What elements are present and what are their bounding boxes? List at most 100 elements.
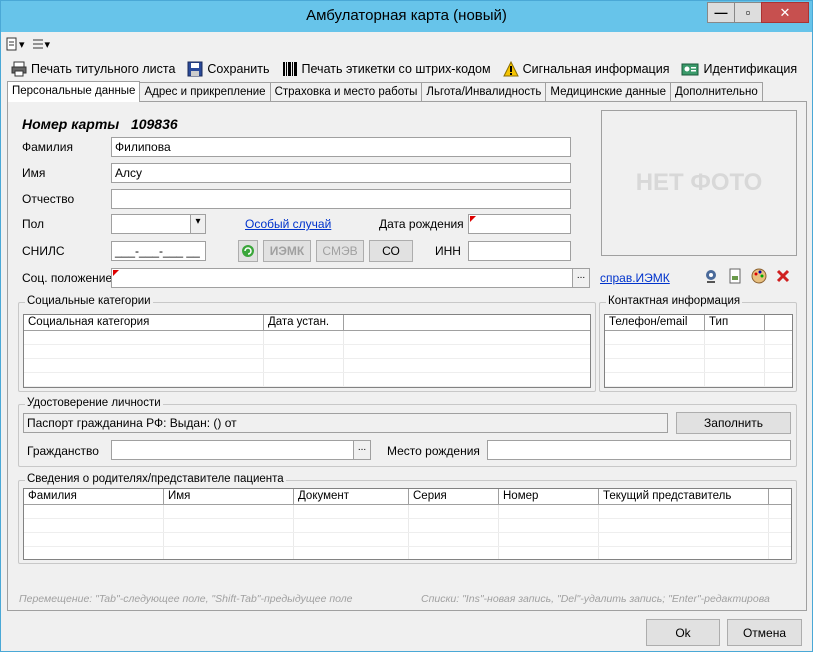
palette-icon[interactable] [751, 268, 767, 284]
tab-additional[interactable]: Дополнительно [669, 82, 763, 101]
parents-grid[interactable]: Фамилия Имя Документ Серия Номер Текущий… [23, 488, 792, 560]
column-header[interactable]: Фамилия [24, 489, 164, 504]
column-header[interactable]: Телефон/email [605, 315, 705, 330]
identification-button[interactable]: Идентификация [675, 58, 803, 80]
print-title-label: Печать титульного листа [31, 62, 176, 76]
snils-label: СНИЛС [22, 244, 65, 258]
dialog-buttons: Ok Отмена [1, 613, 812, 651]
tab-medical[interactable]: Медицинские данные [545, 82, 671, 101]
column-header[interactable]: Документ [294, 489, 409, 504]
table-row[interactable] [24, 359, 590, 373]
ellipsis-button[interactable]: ... [572, 269, 589, 287]
tab-address[interactable]: Адрес и прикрепление [139, 82, 271, 101]
window-title: Амбулаторная карта (новый) [306, 7, 507, 24]
iemk-reference-link[interactable]: справ.ИЭМК [600, 271, 670, 285]
tab-personal[interactable]: Персональные данные [7, 81, 141, 102]
table-row[interactable] [24, 373, 590, 387]
column-header[interactable]: Дата устан. [264, 315, 344, 330]
table-row[interactable] [605, 345, 792, 359]
inn-field[interactable] [468, 241, 571, 261]
surname-label: Фамилия [22, 140, 73, 154]
passport-field[interactable]: Паспорт гражданина РФ: Выдан: () от [23, 413, 668, 433]
name-field[interactable]: Алсу [111, 163, 571, 183]
contacts-title: Контактная информация [606, 295, 743, 307]
column-header-filler [769, 489, 791, 504]
co-button[interactable]: СО [369, 240, 413, 262]
tab-strip: Персональные данные Адрес и прикрепление… [7, 81, 763, 102]
birthplace-field[interactable] [487, 440, 791, 460]
photo-placeholder: НЕТ ФОТО [601, 110, 797, 256]
column-header[interactable]: Имя [164, 489, 294, 504]
id-card-icon [681, 63, 699, 76]
warning-icon [502, 61, 519, 77]
webcam-icon[interactable] [703, 268, 719, 284]
document-menu-icon[interactable]: ▾ [5, 37, 25, 51]
citizenship-field[interactable]: ... [111, 440, 371, 460]
parents-title: Сведения о родителях/представителе пацие… [25, 473, 286, 485]
patronymic-label: Отчество [22, 192, 75, 206]
sex-select[interactable]: ▾ [111, 214, 206, 234]
column-header[interactable]: Социальная категория [24, 315, 264, 330]
social-categories-title: Социальные категории [25, 295, 153, 307]
column-header[interactable]: Серия [409, 489, 499, 504]
print-barcode-button[interactable]: Печать этикетки со штрих-кодом [276, 58, 497, 80]
required-marker-icon [113, 270, 119, 276]
column-header[interactable]: Текущий представитель [599, 489, 769, 504]
maximize-button[interactable]: ▫ [734, 2, 762, 23]
grid-header: Фамилия Имя Документ Серия Номер Текущий… [24, 489, 791, 505]
iemk-button[interactable]: ИЭМК [263, 240, 311, 262]
table-row[interactable] [605, 359, 792, 373]
signal-info-button[interactable]: Сигнальная информация [497, 58, 676, 80]
social-categories-grid[interactable]: Социальная категория Дата устан. [23, 314, 591, 388]
snils-field[interactable]: ___-___-___ __ [111, 241, 206, 261]
delete-icon[interactable] [775, 268, 791, 284]
table-row[interactable] [24, 505, 791, 519]
personal-panel: Номер карты 109836 Фамилия Филипова Имя … [7, 101, 807, 611]
column-header[interactable]: Номер [499, 489, 599, 504]
table-row[interactable] [24, 519, 791, 533]
column-header[interactable]: Тип [705, 315, 765, 330]
smev-button[interactable]: СМЭВ [316, 240, 364, 262]
sex-label: Пол [22, 217, 45, 231]
chevron-down-icon[interactable]: ▾ [190, 215, 205, 233]
fill-button[interactable]: Заполнить [676, 412, 791, 434]
social-field[interactable]: ... [111, 268, 590, 288]
card-number: 109836 [130, 116, 178, 132]
birthdate-field[interactable] [468, 214, 571, 234]
column-header-filler [344, 315, 590, 330]
refresh-button[interactable] [238, 240, 258, 262]
tab-benefits[interactable]: Льгота/Инвалидность [421, 82, 547, 101]
cancel-button[interactable]: Отмена [727, 619, 802, 646]
save-button[interactable]: Сохранить [181, 58, 275, 80]
menu-row: ▾ ▾ [5, 34, 50, 54]
ok-button[interactable]: Ok [646, 619, 720, 646]
parents-group: Сведения о родителях/представителе пацие… [18, 473, 797, 564]
table-row[interactable] [605, 373, 792, 387]
card-number-row: Номер карты 109836 [22, 116, 178, 132]
list-hint: Списки: "Ins"-новая запись, "Del"-удалит… [421, 593, 770, 605]
social-categories-group: Социальные категории Социальная категори… [18, 295, 596, 392]
table-row[interactable] [24, 331, 590, 345]
identity-group: Удостоверение личности Паспорт гражданин… [18, 397, 797, 467]
ellipsis-button[interactable]: ... [353, 441, 370, 459]
file-image-icon[interactable] [727, 268, 743, 284]
toolbar: Печать титульного листа Сохранить Печать… [5, 57, 803, 81]
tab-insurance[interactable]: Страховка и место работы [269, 82, 423, 101]
table-row[interactable] [24, 533, 791, 547]
grid-header: Телефон/email Тип [605, 315, 792, 331]
table-row[interactable] [24, 547, 791, 559]
identity-title: Удостоверение личности [25, 397, 163, 409]
minimize-button[interactable]: — [707, 2, 735, 23]
contacts-grid[interactable]: Телефон/email Тип [604, 314, 793, 388]
social-label: Соц. положение [22, 271, 113, 285]
patronymic-field[interactable] [111, 189, 571, 209]
close-button[interactable]: ✕ [761, 2, 809, 23]
list-menu-icon[interactable]: ▾ [31, 37, 50, 51]
print-title-button[interactable]: Печать титульного листа [5, 58, 181, 80]
table-row[interactable] [24, 345, 590, 359]
identification-label: Идентификация [703, 62, 798, 76]
special-case-link[interactable]: Особый случай [245, 217, 331, 231]
surname-field[interactable]: Филипова [111, 137, 571, 157]
table-row[interactable] [605, 331, 792, 345]
inn-label: ИНН [435, 244, 461, 258]
